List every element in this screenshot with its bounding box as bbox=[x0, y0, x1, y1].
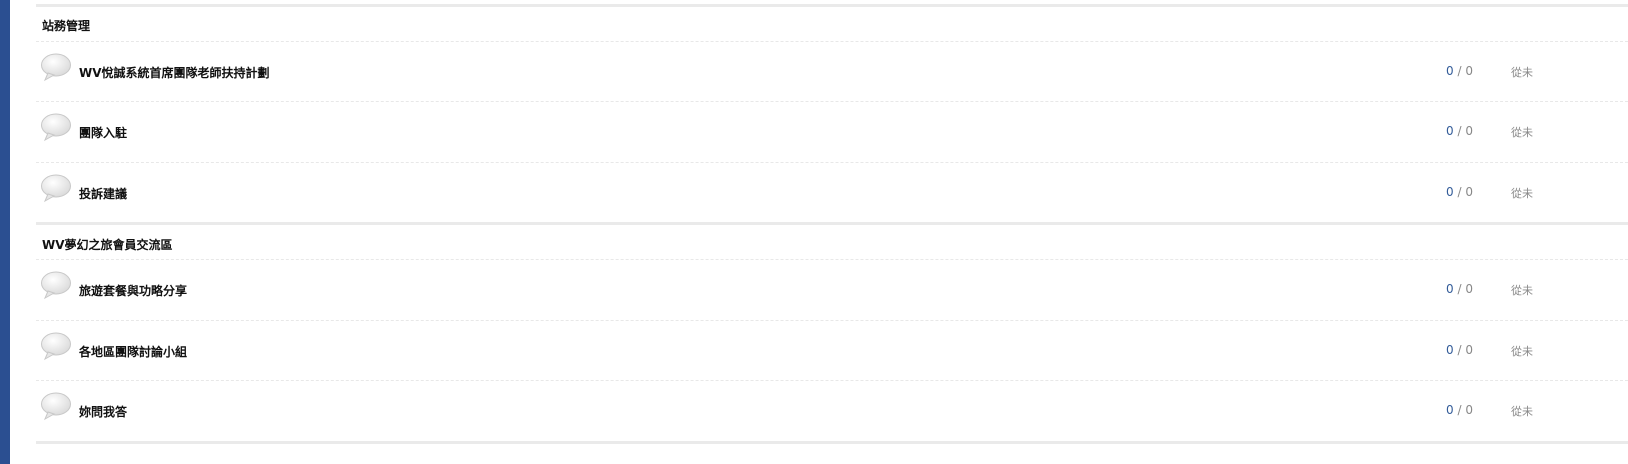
forum-counts: 0 / 0 bbox=[1446, 124, 1473, 138]
forum-row: 妳問我答 0 / 0 從未 bbox=[36, 380, 1628, 441]
count-separator: / bbox=[1457, 64, 1462, 78]
last-post: 從未 bbox=[1511, 126, 1533, 139]
category-divider bbox=[36, 222, 1628, 225]
category-title: WV夢幻之旅會員交流區 bbox=[42, 238, 173, 252]
topic-count: 0 bbox=[1446, 124, 1454, 138]
count-separator: / bbox=[1457, 124, 1462, 138]
left-sidebar-strip bbox=[0, 0, 10, 464]
topic-count: 0 bbox=[1446, 185, 1454, 199]
post-count: 0 bbox=[1465, 185, 1473, 199]
forum-counts: 0 / 0 bbox=[1446, 403, 1473, 417]
forum-counts: 0 / 0 bbox=[1446, 64, 1473, 78]
post-count: 0 bbox=[1465, 403, 1473, 417]
speech-bubble-icon bbox=[41, 332, 71, 361]
topic-count: 0 bbox=[1446, 343, 1454, 357]
post-count: 0 bbox=[1465, 282, 1473, 296]
forum-row: 旅遊套餐與功略分享 0 / 0 從未 bbox=[36, 259, 1628, 320]
last-post: 從未 bbox=[1511, 345, 1533, 358]
forum-row: 各地區團隊討論小組 0 / 0 從未 bbox=[36, 320, 1628, 381]
forum-counts: 0 / 0 bbox=[1446, 282, 1473, 296]
count-separator: / bbox=[1457, 282, 1462, 296]
forum-link[interactable]: WV悅誠系統首席團隊老師扶持計劃 bbox=[79, 64, 270, 81]
category-title: 站務管理 bbox=[42, 19, 91, 33]
forum-counts: 0 / 0 bbox=[1446, 343, 1473, 357]
forum-list: 站務管理 WV悅誠系統首席團隊老師扶持計劃 0 / 0 從未 團隊入駐 0 / … bbox=[36, 0, 1628, 464]
count-separator: / bbox=[1457, 403, 1462, 417]
forum-link[interactable]: 各地區團隊討論小組 bbox=[79, 343, 187, 360]
speech-bubble-icon bbox=[41, 271, 71, 300]
post-count: 0 bbox=[1465, 124, 1473, 138]
last-post: 從未 bbox=[1511, 187, 1533, 200]
speech-bubble-icon bbox=[41, 53, 71, 82]
forum-link[interactable]: 妳問我答 bbox=[79, 403, 127, 420]
forum-row: 投訴建議 0 / 0 從未 bbox=[36, 162, 1628, 223]
category-divider bbox=[36, 441, 1628, 444]
speech-bubble-icon bbox=[41, 174, 71, 203]
count-separator: / bbox=[1457, 185, 1462, 199]
forum-counts: 0 / 0 bbox=[1446, 185, 1473, 199]
last-post: 從未 bbox=[1511, 405, 1533, 418]
forum-row: WV悅誠系統首席團隊老師扶持計劃 0 / 0 從未 bbox=[36, 41, 1628, 102]
forum-link[interactable]: 旅遊套餐與功略分享 bbox=[79, 282, 187, 299]
post-count: 0 bbox=[1465, 343, 1473, 357]
post-count: 0 bbox=[1465, 64, 1473, 78]
forum-link[interactable]: 團隊入駐 bbox=[79, 124, 127, 141]
topic-count: 0 bbox=[1446, 64, 1454, 78]
last-post: 從未 bbox=[1511, 284, 1533, 297]
category-divider bbox=[36, 4, 1628, 7]
speech-bubble-icon bbox=[41, 392, 71, 421]
count-separator: / bbox=[1457, 343, 1462, 357]
forum-link[interactable]: 投訴建議 bbox=[79, 185, 127, 202]
speech-bubble-icon bbox=[41, 113, 71, 142]
topic-count: 0 bbox=[1446, 282, 1454, 296]
last-post: 從未 bbox=[1511, 66, 1533, 79]
forum-row: 團隊入駐 0 / 0 從未 bbox=[36, 101, 1628, 162]
topic-count: 0 bbox=[1446, 403, 1454, 417]
